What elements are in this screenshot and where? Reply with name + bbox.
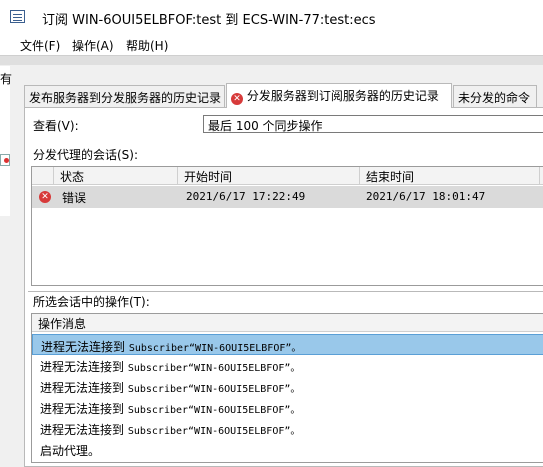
error-icon bbox=[231, 93, 243, 105]
message-detail: Subscriber“WIN-6OUI5ELBFOF”。 bbox=[127, 426, 301, 437]
column-header-status[interactable]: 状态 bbox=[54, 167, 178, 185]
list-item[interactable]: 进程无法连接到 Subscriber“WIN-6OUI5ELBFOF”。 bbox=[32, 355, 543, 376]
column-header-indicator bbox=[32, 167, 54, 185]
session-end-time: 2021/6/17 18:01:47 bbox=[366, 190, 486, 203]
list-item[interactable]: 启动代理。 bbox=[32, 439, 543, 460]
background-window-fragment bbox=[0, 66, 10, 216]
tab-label: 未分发的命令 bbox=[458, 91, 531, 105]
tab-publisher-history[interactable]: 发布服务器到分发服务器的历史记录 bbox=[24, 85, 225, 107]
menu-help[interactable]: 帮助(H) bbox=[126, 37, 168, 54]
message-prefix: 进程无法连接到 bbox=[41, 340, 129, 354]
message-prefix: 进程无法连接到 bbox=[40, 402, 128, 416]
message-detail: Subscriber“WIN-6OUI5ELBFOF”。 bbox=[127, 405, 301, 416]
session-start-time: 2021/6/17 17:22:49 bbox=[186, 190, 306, 203]
error-icon bbox=[39, 191, 51, 203]
operations-label: 所选会话中的操作(T): bbox=[33, 295, 150, 309]
list-item[interactable]: 进程无法连接到 Subscriber“WIN-6OUI5ELBFOF”。 bbox=[32, 397, 543, 418]
list-item[interactable]: 进程无法连接到 Subscriber“WIN-6OUI5ELBFOF”。 bbox=[32, 334, 543, 355]
background-window-text: 有 bbox=[0, 72, 13, 86]
divider-band bbox=[0, 55, 543, 65]
table-row[interactable]: 错误 2021/6/17 17:22:49 2021/6/17 18:01:47 bbox=[32, 186, 543, 208]
view-label: 查看(V): bbox=[33, 119, 79, 133]
tab-label: 分发服务器到订阅服务器的历史记录 bbox=[246, 89, 439, 103]
message-detail: Subscriber“WIN-6OUI5ELBFOF”。 bbox=[127, 384, 301, 395]
background-window-error-icon bbox=[0, 154, 10, 166]
tab-undistributed-commands[interactable]: 未分发的命令 bbox=[453, 85, 537, 107]
title-bar: 订阅 WIN-6OUI5ELBFOF:test 到 ECS-WIN-77:tes… bbox=[0, 0, 543, 33]
view-select-value: 最后 100 个同步操作 bbox=[208, 119, 323, 133]
sessions-label: 分发代理的会话(S): bbox=[33, 148, 139, 162]
column-header-end-time[interactable]: 结束时间 bbox=[360, 167, 540, 185]
view-select[interactable]: 最后 100 个同步操作 bbox=[203, 115, 543, 133]
message-detail: Subscriber“WIN-6OUI5ELBFOF”。 bbox=[127, 363, 301, 374]
window-icon bbox=[10, 10, 25, 23]
tab-distributor-history[interactable]: 分发服务器到订阅服务器的历史记录 bbox=[226, 83, 452, 108]
window-title: 订阅 WIN-6OUI5ELBFOF:test 到 ECS-WIN-77:tes… bbox=[42, 13, 376, 28]
menu-file[interactable]: 文件(F) bbox=[20, 37, 60, 54]
session-status: 错误 bbox=[62, 191, 87, 205]
message-prefix: 进程无法连接到 bbox=[40, 381, 128, 395]
operations-grid[interactable]: 操作消息 进程无法连接到 Subscriber“WIN-6OUI5ELBFOF”… bbox=[31, 313, 543, 463]
message-detail: Subscriber“WIN-6OUI5ELBFOF”。 bbox=[128, 343, 302, 354]
sessions-grid[interactable]: 状态 开始时间 结束时间 错误 2021/6/17 17:22:49 2021/… bbox=[31, 166, 543, 286]
menu-bar: 文件(F) 操作(A) 帮助(H) bbox=[0, 33, 543, 55]
tab-label: 发布服务器到分发服务器的历史记录 bbox=[29, 91, 222, 105]
message-prefix: 进程无法连接到 bbox=[40, 423, 128, 437]
menu-action[interactable]: 操作(A) bbox=[72, 37, 114, 54]
list-item[interactable]: 进程无法连接到 Subscriber“WIN-6OUI5ELBFOF”。 bbox=[32, 376, 543, 397]
splitter[interactable] bbox=[28, 291, 543, 292]
column-header-message[interactable]: 操作消息 bbox=[32, 314, 543, 332]
list-item[interactable]: 进程无法连接到 Subscriber“WIN-6OUI5ELBFOF”。 bbox=[32, 418, 543, 439]
message-prefix: 进程无法连接到 bbox=[40, 360, 128, 374]
column-header-start-time[interactable]: 开始时间 bbox=[178, 167, 360, 185]
